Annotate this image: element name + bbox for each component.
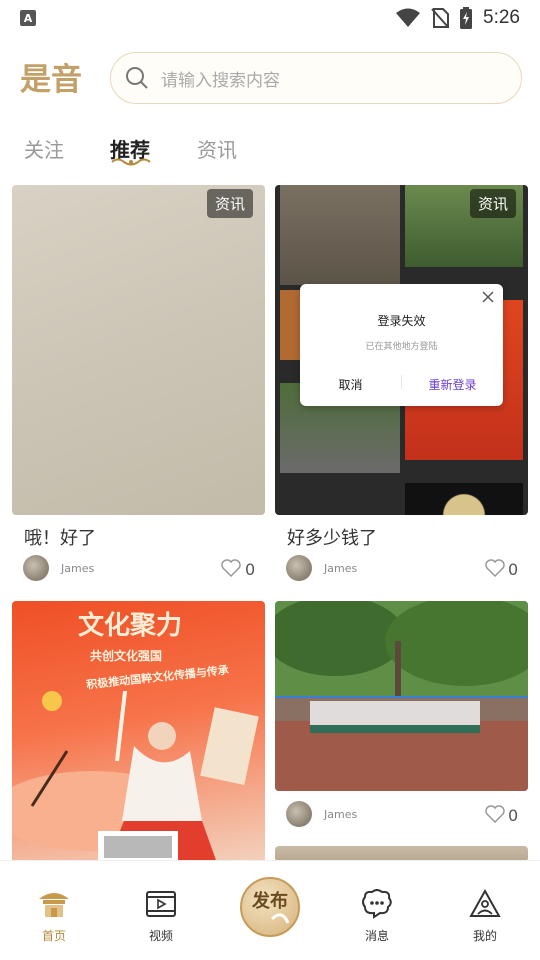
like-count: 0 xyxy=(508,806,519,825)
svg-text:是音: 是音 xyxy=(20,62,82,98)
avatar xyxy=(286,801,312,827)
relogin-button[interactable]: 重新登录 xyxy=(402,376,503,393)
chat-icon xyxy=(362,889,392,919)
pavilion-icon xyxy=(39,893,69,917)
poster-headline: 文化聚力 xyxy=(78,611,183,641)
tab-following[interactable]: 关注 xyxy=(24,134,64,163)
nav-label: 消息 xyxy=(364,929,389,943)
author-name: James xyxy=(324,562,358,575)
avatar xyxy=(23,555,49,581)
login-expired-dialog: 登录失效 已在其他地方登陆 取消 重新登录 xyxy=(300,284,503,406)
nav-profile[interactable]: 我的 xyxy=(455,888,515,944)
category-badge: 资讯 xyxy=(469,189,516,218)
profile-icon xyxy=(469,888,501,917)
close-icon[interactable] xyxy=(482,291,494,303)
app-logo: 是音 xyxy=(20,56,92,100)
card-title: 哦！好了 xyxy=(24,528,96,549)
active-tab-indicator xyxy=(111,158,151,166)
feed-card[interactable]: 文化聚力 共创文化强国 积极推动国粹文化传播与传承 xyxy=(12,601,265,863)
collage-tile xyxy=(405,483,523,515)
feed-card[interactable]: 资讯 登录失效 已在其他地方登陆 取消 重新登录 xyxy=(275,185,528,515)
nav-label: 视频 xyxy=(148,929,173,943)
nav-video[interactable]: 视频 xyxy=(131,889,191,944)
header: 是音 请输入搜索内容 xyxy=(0,52,540,104)
no-sim-icon xyxy=(431,8,450,28)
status-bar: A 5:26 xyxy=(0,0,540,36)
video-icon xyxy=(146,891,176,917)
like-count: 0 xyxy=(245,560,256,579)
notification-icon: A xyxy=(20,10,36,26)
dialog-title: 登录失效 xyxy=(377,314,426,328)
avatar xyxy=(286,555,312,581)
clock: 5:26 xyxy=(483,7,520,28)
poster-line1: 共创文化强国 xyxy=(90,649,163,663)
tab-news[interactable]: 资讯 xyxy=(197,134,237,163)
search-placeholder: 请输入搜索内容 xyxy=(161,70,280,91)
author-name: James xyxy=(324,808,358,821)
svg-text:发布: 发布 xyxy=(251,890,288,912)
feed-card[interactable]: 资讯 xyxy=(12,185,265,515)
author-name: James xyxy=(61,562,95,575)
bottom-nav: 首页 视频 发布 消息 我的 xyxy=(0,860,540,960)
search-icon xyxy=(126,67,148,89)
category-badge: 资讯 xyxy=(206,189,253,218)
publish-icon: 发布 xyxy=(251,890,290,924)
heart-icon[interactable] xyxy=(485,805,505,823)
tab-bar: 关注 推荐 资讯 xyxy=(0,130,540,174)
card-title: 好多少钱了 xyxy=(287,528,377,549)
like-count: 0 xyxy=(508,560,519,579)
photo-scene xyxy=(275,601,528,791)
nav-messages[interactable]: 消息 xyxy=(347,889,407,944)
search-input[interactable]: 请输入搜索内容 xyxy=(110,52,522,104)
heart-icon[interactable] xyxy=(485,559,505,577)
nav-label: 首页 xyxy=(41,929,66,943)
cancel-button[interactable]: 取消 xyxy=(300,376,401,393)
nav-label: 我的 xyxy=(472,929,497,943)
wifi-icon xyxy=(396,8,421,27)
poster-illustration xyxy=(12,691,259,863)
heart-icon[interactable] xyxy=(221,559,241,577)
nav-home[interactable]: 首页 xyxy=(24,889,84,944)
publish-button[interactable]: 发布 xyxy=(240,877,300,937)
collage-tile xyxy=(280,185,400,285)
battery-charging-icon xyxy=(460,7,473,29)
poster-line2: 积极推动国粹文化传播与传承 xyxy=(85,663,230,692)
dialog-message: 已在其他地方登陆 xyxy=(365,342,438,352)
feed-card[interactable] xyxy=(275,601,528,791)
